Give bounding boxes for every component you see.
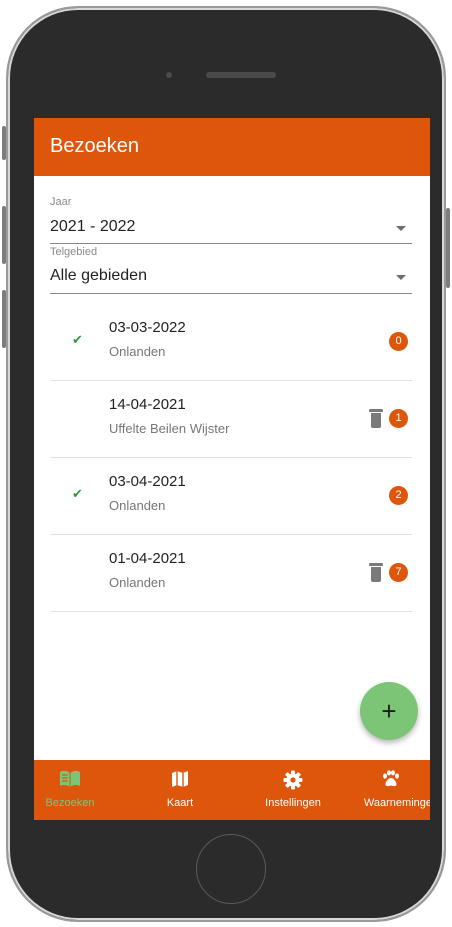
app-screen: Bezoeken Jaar 2021 - 2022 Telgebied Alle…: [34, 118, 430, 820]
visit-date: 03-04-2021: [109, 473, 186, 490]
area-select-label: Telgebied: [50, 246, 98, 258]
app-bar: Bezoeken: [34, 118, 430, 176]
area-select[interactable]: Telgebied Alle gebieden: [50, 245, 412, 294]
list-item[interactable]: ✔ 03-03-2022 Onlanden 0: [50, 304, 412, 381]
year-select-value: 2021 - 2022: [50, 218, 136, 235]
chevron-down-icon: [396, 275, 406, 280]
power-button: [446, 208, 450, 288]
year-select[interactable]: Jaar 2021 - 2022: [50, 194, 412, 244]
list-item[interactable]: 01-04-2021 Onlanden 7: [50, 535, 412, 612]
check-icon: ✔: [72, 486, 83, 501]
observation-count-badge: 0: [389, 332, 408, 351]
tab-bezoeken[interactable]: Bezoeken: [34, 760, 106, 820]
check-icon: ✔: [72, 332, 83, 347]
visit-area: Onlanden: [109, 498, 166, 513]
observation-count-badge: 1: [389, 409, 408, 428]
trash-icon[interactable]: [369, 563, 383, 582]
year-select-label: Jaar: [50, 196, 72, 208]
add-visit-button[interactable]: +: [360, 682, 418, 740]
volume-down-button: [2, 290, 6, 348]
tab-instellingen[interactable]: Instellingen: [250, 760, 336, 820]
tab-kaart[interactable]: Kaart: [144, 760, 216, 820]
tab-label: Instellingen: [265, 797, 321, 809]
book-open-icon: [60, 770, 80, 787]
visit-date: 01-04-2021: [109, 550, 186, 567]
visit-date: 03-03-2022: [109, 319, 186, 336]
trash-icon[interactable]: [369, 409, 383, 428]
volume-up-button: [2, 206, 6, 264]
visit-date: 14-04-2021: [109, 396, 186, 413]
bottom-navigation: Bezoeken Kaart Instellingen Waarneminge: [34, 760, 430, 820]
visit-area: Onlanden: [109, 344, 166, 359]
observation-count-badge: 7: [389, 563, 408, 582]
map-icon: [172, 771, 188, 787]
earpiece-speaker: [206, 72, 276, 78]
mute-switch: [2, 126, 6, 160]
observation-count-badge: 2: [389, 486, 408, 505]
front-camera: [166, 72, 172, 78]
gear-icon: [283, 770, 303, 790]
list-item[interactable]: ✔ 03-04-2021 Onlanden 2: [50, 458, 412, 535]
list-item[interactable]: 14-04-2021 Uffelte Beilen Wijster 1: [50, 381, 412, 458]
tab-label: Kaart: [166, 797, 194, 809]
visit-area: Uffelte Beilen Wijster: [109, 421, 230, 436]
chevron-down-icon: [396, 226, 406, 231]
visit-area: Onlanden: [109, 575, 166, 590]
home-button[interactable]: [196, 834, 266, 904]
area-select-value: Alle gebieden: [50, 267, 147, 284]
tab-waarnemingen[interactable]: Waarneminge: [352, 760, 430, 820]
paw-icon: [383, 770, 399, 787]
page-title: Bezoeken: [50, 135, 139, 157]
tab-label: Waarneminge: [363, 797, 430, 809]
tab-label: Bezoeken: [45, 797, 95, 809]
